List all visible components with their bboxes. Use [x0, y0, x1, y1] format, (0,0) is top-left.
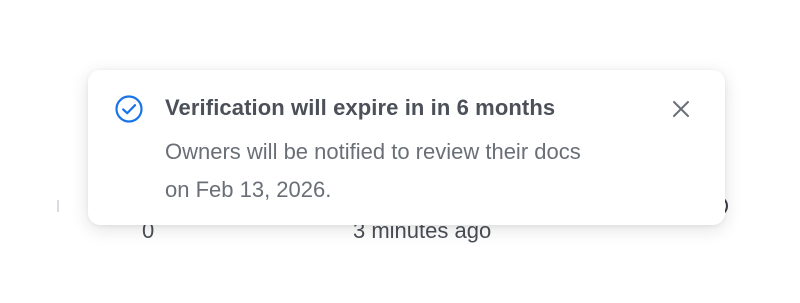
page: 0 3 minutes ago Verification will expire…	[0, 0, 800, 303]
toast-message: Owners will be notified to review their …	[165, 139, 581, 202]
background-divider	[57, 200, 59, 212]
close-icon[interactable]	[668, 96, 694, 122]
verification-toast: Verification will expire in in 6 months …	[88, 70, 725, 225]
check-circle-icon	[114, 94, 144, 124]
toast-title: Verification will expire in in 6 months	[165, 95, 556, 120]
